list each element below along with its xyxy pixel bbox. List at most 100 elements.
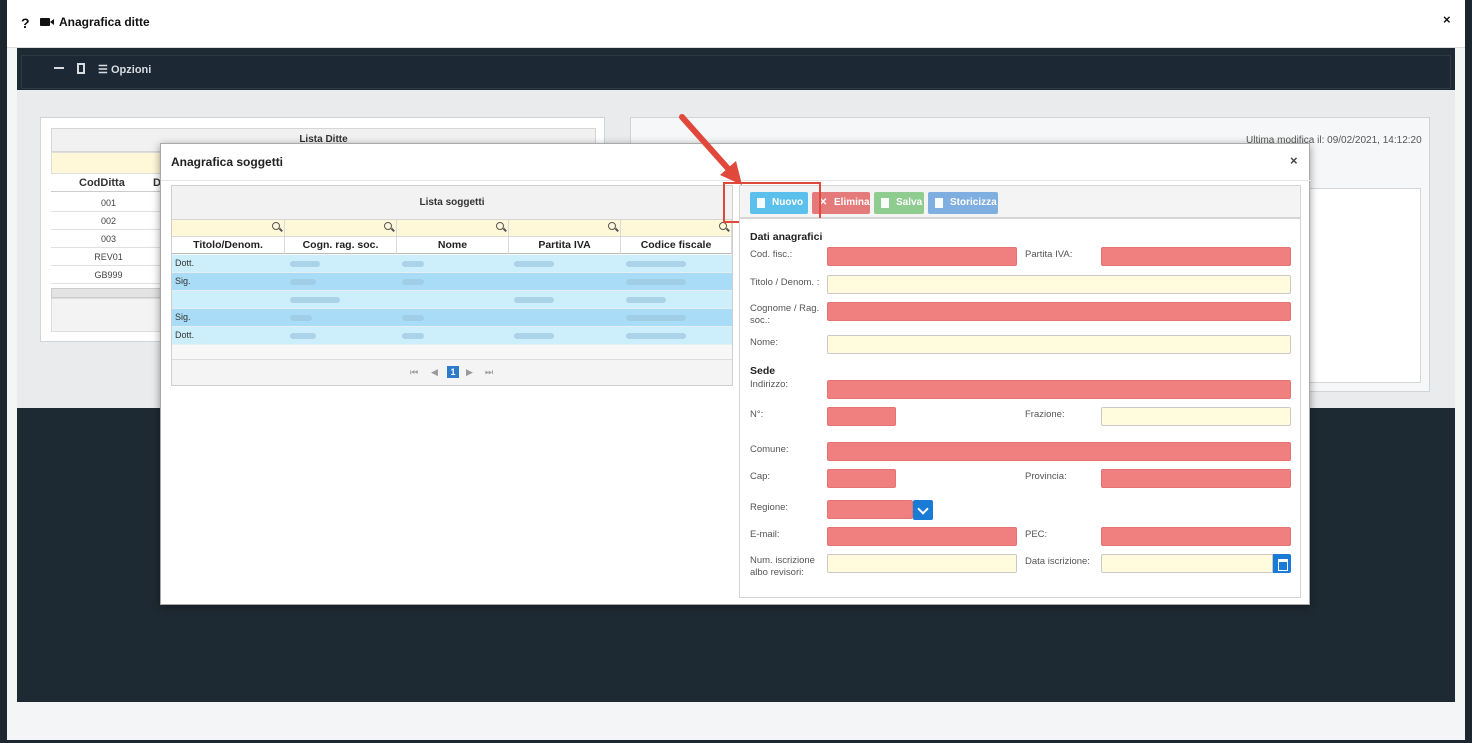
blurred-cell bbox=[290, 333, 316, 339]
grid-pager: ⏮ ◀ 1 ▶ ⏭ bbox=[172, 359, 732, 385]
lista-soggetti-grid: Lista soggetti Titolo/Denom. Cogn. rag. … bbox=[171, 185, 733, 386]
numero-input[interactable] bbox=[827, 407, 896, 426]
label-data-iscrizione: Data iscrizione: bbox=[1025, 556, 1090, 567]
email-input[interactable] bbox=[827, 527, 1017, 546]
col-coddita[interactable]: CodDitta bbox=[79, 177, 125, 189]
comune-input[interactable] bbox=[827, 442, 1291, 461]
save-icon bbox=[881, 198, 889, 208]
data-iscrizione-input[interactable] bbox=[1101, 554, 1273, 573]
nome-input[interactable] bbox=[827, 335, 1291, 354]
outer-footer bbox=[7, 702, 1465, 740]
blurred-cell bbox=[402, 279, 424, 285]
cod-fisc-input[interactable] bbox=[827, 247, 1017, 266]
blurred-cell bbox=[626, 279, 686, 285]
search-icon[interactable] bbox=[384, 222, 392, 230]
num-iscrizione-input[interactable] bbox=[827, 554, 1017, 573]
label-num-iscrizione: Num. iscrizione albo revisori: bbox=[750, 555, 815, 578]
col-nome[interactable]: Nome bbox=[397, 237, 509, 254]
cap-input[interactable] bbox=[827, 469, 896, 488]
blurred-cell bbox=[402, 261, 424, 267]
blurred-cell bbox=[290, 261, 320, 267]
chevron-down-icon[interactable] bbox=[913, 500, 933, 520]
modal-close-button[interactable]: × bbox=[1290, 153, 1298, 168]
blurred-cell bbox=[626, 315, 686, 321]
outer-toolbar: ☰ Opzioni bbox=[21, 55, 1451, 89]
label-nome: Nome: bbox=[750, 337, 778, 348]
blurred-cell bbox=[514, 261, 554, 267]
building-icon[interactable] bbox=[77, 63, 85, 74]
calendar-icon[interactable] bbox=[1273, 554, 1291, 573]
search-icon[interactable] bbox=[496, 222, 504, 230]
blurred-cell bbox=[402, 315, 424, 321]
search-icon[interactable] bbox=[719, 222, 727, 230]
annotation-arrow bbox=[679, 114, 742, 185]
anagrafica-soggetti-modal: Anagrafica soggetti × Lista soggetti Tit… bbox=[160, 143, 1311, 605]
pec-input[interactable] bbox=[1101, 527, 1291, 546]
col-titolo-denom[interactable]: Titolo/Denom. bbox=[172, 237, 285, 254]
blurred-cell bbox=[626, 333, 686, 339]
label-provincia: Provincia: bbox=[1025, 471, 1067, 482]
blurred-cell bbox=[290, 297, 340, 303]
search-icon[interactable] bbox=[608, 222, 616, 230]
grid-title: Lista soggetti bbox=[172, 186, 732, 220]
table-row[interactable] bbox=[172, 291, 732, 309]
table-row[interactable]: Dott. bbox=[172, 255, 732, 273]
label-frazione: Frazione: bbox=[1025, 409, 1065, 420]
table-row[interactable]: Dott. bbox=[172, 327, 732, 345]
horizontal-scrollbar[interactable] bbox=[51, 288, 171, 298]
label-partita-iva: Partita IVA: bbox=[1025, 249, 1073, 260]
col-codice-fiscale[interactable]: Codice fiscale bbox=[621, 237, 732, 254]
col-partita-iva[interactable]: Partita IVA bbox=[509, 237, 621, 254]
help-icon[interactable]: ? bbox=[21, 15, 30, 31]
blurred-cell bbox=[514, 333, 554, 339]
blurred-cell bbox=[290, 279, 316, 285]
blurred-cell bbox=[626, 297, 666, 303]
table-row[interactable]: Sig. bbox=[172, 273, 732, 291]
label-cognome: Cognome / Rag. soc.: bbox=[750, 303, 820, 326]
label-regione: Regione: bbox=[750, 502, 789, 513]
blurred-cell bbox=[402, 333, 424, 339]
titolo-denom-input[interactable] bbox=[827, 275, 1291, 294]
filter-titolo[interactable] bbox=[172, 220, 285, 237]
label-numero: N°: bbox=[750, 409, 764, 420]
last-page-icon[interactable]: ⏭ bbox=[485, 367, 493, 378]
search-icon[interactable] bbox=[272, 222, 280, 230]
outer-close-button[interactable]: × bbox=[1443, 12, 1451, 27]
partita-iva-input[interactable] bbox=[1101, 247, 1291, 266]
frazione-input[interactable] bbox=[1101, 407, 1291, 426]
minus-icon[interactable] bbox=[54, 67, 64, 69]
label-cod-fisc: Cod. fisc.: bbox=[750, 249, 793, 260]
options-label[interactable]: Opzioni bbox=[111, 64, 151, 76]
form-button-bar: Nuovo ✕ Elimina Salva Storicizza bbox=[739, 185, 1301, 218]
section-sede: Sede bbox=[750, 365, 776, 377]
section-dati-anagrafici: Dati anagrafici bbox=[750, 231, 823, 243]
prev-page-icon[interactable]: ◀ bbox=[431, 367, 438, 378]
video-camera-icon bbox=[40, 18, 54, 26]
current-page[interactable]: 1 bbox=[447, 366, 459, 378]
filter-nome[interactable] bbox=[397, 220, 509, 237]
label-comune: Comune: bbox=[750, 444, 789, 455]
indirizzo-input[interactable] bbox=[827, 380, 1291, 399]
blurred-cell bbox=[626, 261, 686, 267]
regione-select[interactable] bbox=[827, 500, 913, 519]
blurred-cell bbox=[514, 297, 554, 303]
storicizza-button[interactable]: Storicizza bbox=[928, 192, 998, 214]
table-row[interactable]: Sig. bbox=[172, 309, 732, 327]
modal-title: Anagrafica soggetti bbox=[171, 155, 284, 169]
sliders-icon[interactable]: ☰ bbox=[98, 63, 108, 76]
outer-title: Anagrafica ditte bbox=[59, 15, 150, 29]
next-page-icon[interactable]: ▶ bbox=[466, 367, 473, 378]
salva-button[interactable]: Salva bbox=[874, 192, 924, 214]
outer-header: ? Anagrafica ditte × bbox=[7, 0, 1465, 48]
cognome-input[interactable] bbox=[827, 302, 1291, 321]
col-cognome-rag-soc[interactable]: Cogn. rag. soc. bbox=[285, 237, 397, 254]
filter-partita-iva[interactable] bbox=[509, 220, 621, 237]
filter-cognome[interactable] bbox=[285, 220, 397, 237]
soggetto-form: Dati anagrafici Cod. fisc.: Partita IVA:… bbox=[739, 218, 1301, 598]
provincia-input[interactable] bbox=[1101, 469, 1291, 488]
blurred-cell bbox=[290, 315, 312, 321]
label-cap: Cap: bbox=[750, 471, 771, 482]
filter-codice-fiscale[interactable] bbox=[621, 220, 732, 237]
label-titolo-denom: Titolo / Denom. : bbox=[750, 277, 820, 288]
first-page-icon[interactable]: ⏮ bbox=[410, 367, 418, 378]
